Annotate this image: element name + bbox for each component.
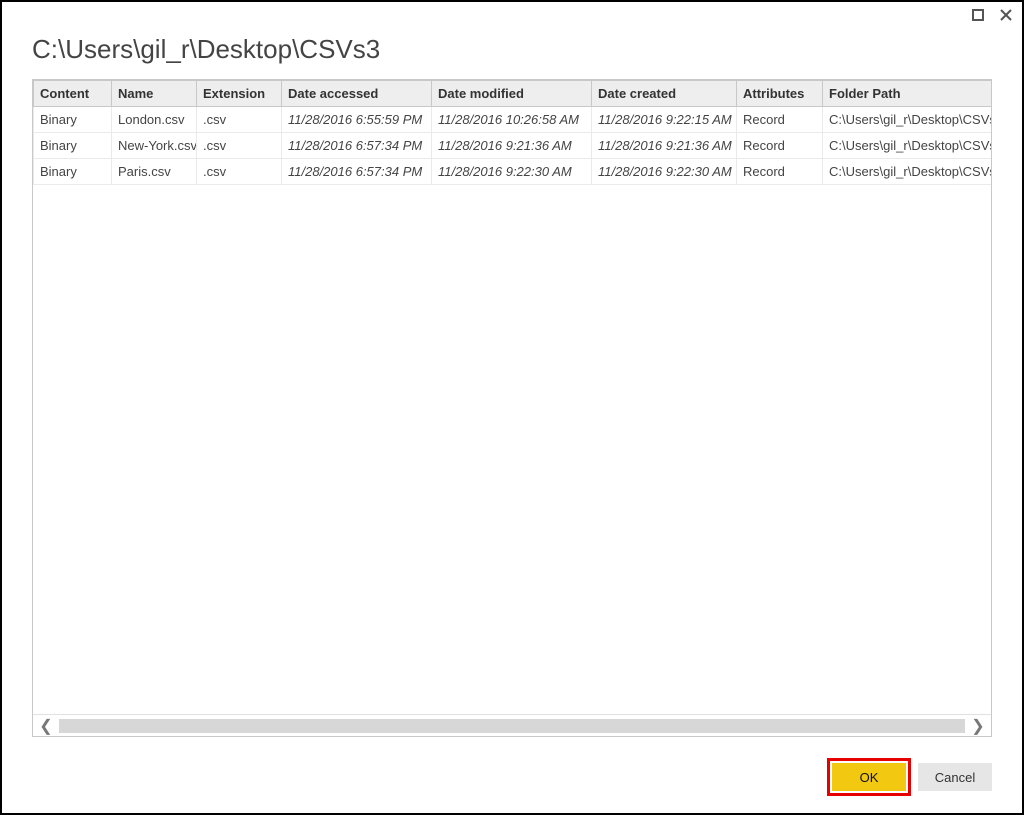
col-header-attributes[interactable]: Attributes	[737, 81, 823, 107]
cell-attributes: Record	[737, 107, 823, 133]
preview-table-container: Content Name Extension Date accessed Dat…	[32, 79, 992, 737]
cell-content: Binary	[34, 133, 112, 159]
page-title: C:\Users\gil_r\Desktop\CSVs3	[32, 34, 992, 65]
dialog-footer: OK Cancel	[2, 747, 1022, 813]
cell-name: Paris.csv	[112, 159, 197, 185]
cell-accessed: 11/28/2016 6:57:34 PM	[282, 159, 432, 185]
cell-modified: 11/28/2016 9:21:36 AM	[432, 133, 592, 159]
scroll-left-icon[interactable]: ❮	[33, 715, 59, 737]
cell-name: New-York.csv	[112, 133, 197, 159]
cell-name: London.csv	[112, 107, 197, 133]
maximize-icon[interactable]	[970, 7, 986, 23]
cell-attributes: Record	[737, 133, 823, 159]
horizontal-scrollbar[interactable]: ❮ ❯	[33, 714, 991, 736]
table-scroll-area: Content Name Extension Date accessed Dat…	[33, 80, 991, 714]
titlebar	[2, 2, 1022, 28]
cell-folder: C:\Users\gil_r\Desktop\CSVs	[823, 107, 992, 133]
cell-extension: .csv	[197, 159, 282, 185]
table-header-row: Content Name Extension Date accessed Dat…	[34, 81, 992, 107]
table-row[interactable]: Binary Paris.csv .csv 11/28/2016 6:57:34…	[34, 159, 992, 185]
cell-attributes: Record	[737, 159, 823, 185]
cell-created: 11/28/2016 9:21:36 AM	[592, 133, 737, 159]
scrollbar-track[interactable]	[59, 719, 965, 733]
cell-modified: 11/28/2016 10:26:58 AM	[432, 107, 592, 133]
cell-content: Binary	[34, 107, 112, 133]
cell-created: 11/28/2016 9:22:15 AM	[592, 107, 737, 133]
col-header-accessed[interactable]: Date accessed	[282, 81, 432, 107]
cell-accessed: 11/28/2016 6:57:34 PM	[282, 133, 432, 159]
cell-folder: C:\Users\gil_r\Desktop\CSVs	[823, 133, 992, 159]
cell-created: 11/28/2016 9:22:30 AM	[592, 159, 737, 185]
table-row[interactable]: Binary New-York.csv .csv 11/28/2016 6:57…	[34, 133, 992, 159]
col-header-modified[interactable]: Date modified	[432, 81, 592, 107]
col-header-extension[interactable]: Extension	[197, 81, 282, 107]
cancel-button[interactable]: Cancel	[918, 763, 992, 791]
scroll-right-icon[interactable]: ❯	[965, 715, 991, 737]
dialog-content: C:\Users\gil_r\Desktop\CSVs3 Content Nam…	[2, 28, 1022, 747]
cell-accessed: 11/28/2016 6:55:59 PM	[282, 107, 432, 133]
col-header-name[interactable]: Name	[112, 81, 197, 107]
col-header-folder[interactable]: Folder Path	[823, 81, 992, 107]
close-icon[interactable]	[998, 7, 1014, 23]
col-header-content[interactable]: Content	[34, 81, 112, 107]
dialog-window: C:\Users\gil_r\Desktop\CSVs3 Content Nam…	[0, 0, 1024, 815]
table-row[interactable]: Binary London.csv .csv 11/28/2016 6:55:5…	[34, 107, 992, 133]
preview-table: Content Name Extension Date accessed Dat…	[33, 80, 991, 185]
cell-extension: .csv	[197, 133, 282, 159]
cell-modified: 11/28/2016 9:22:30 AM	[432, 159, 592, 185]
cell-folder: C:\Users\gil_r\Desktop\CSVs	[823, 159, 992, 185]
cell-content: Binary	[34, 159, 112, 185]
ok-button[interactable]: OK	[832, 763, 906, 791]
cell-extension: .csv	[197, 107, 282, 133]
col-header-created[interactable]: Date created	[592, 81, 737, 107]
